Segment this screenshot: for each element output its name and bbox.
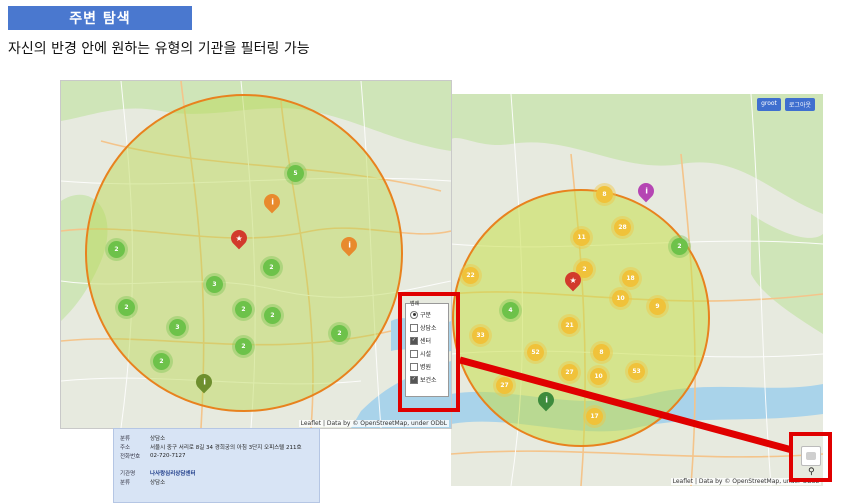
cluster-marker[interactable]: 3 xyxy=(206,276,223,293)
cluster-marker[interactable]: 2 xyxy=(118,299,135,316)
info-key: 전화번호 xyxy=(120,453,141,460)
username-button[interactable]: groot xyxy=(757,98,781,111)
info-icon: i xyxy=(347,240,351,250)
cluster-marker[interactable]: 8 xyxy=(593,344,610,361)
cluster-marker[interactable]: 10 xyxy=(590,368,607,385)
cluster-marker[interactable]: 2 xyxy=(108,241,125,258)
logout-button[interactable]: 로그아웃 xyxy=(784,98,815,111)
map-right-tiles xyxy=(451,94,823,486)
map-right[interactable]: groot 로그아웃 8 11 28 2 22 2 18 10 4 21 9 3… xyxy=(451,94,823,486)
cluster-marker[interactable]: 10 xyxy=(612,290,629,307)
info-value: 나사랑심리상담센터 xyxy=(150,470,196,477)
map-left[interactable]: 5 2 2 3 2 2 3 2 2 2 2 ★ i i i Leaflet | … xyxy=(61,81,451,428)
account-buttons: groot 로그아웃 xyxy=(757,98,815,111)
section-subtitle: 자신의 반경 안에 원하는 유형의 기관을 필터링 가능 xyxy=(8,41,310,57)
info-value: 02-720-7127 xyxy=(150,452,186,459)
info-value: 서울시 중구 서리로 8길 34 경희궁의 아침 3단지 오피스텔 211호 xyxy=(150,444,302,451)
star-icon: ★ xyxy=(569,275,577,285)
cluster-marker[interactable]: 21 xyxy=(561,317,578,334)
cluster-marker[interactable]: 28 xyxy=(614,219,631,236)
map-attribution: Leaflet | Data by © OpenStreetMap, under… xyxy=(298,420,449,427)
info-value: 상담소 xyxy=(150,479,166,486)
cluster-marker[interactable]: 2 xyxy=(671,238,688,255)
cluster-marker[interactable]: 2 xyxy=(264,307,281,324)
layer-toggle-button[interactable] xyxy=(801,446,821,466)
info-key: 분류 xyxy=(120,479,131,486)
cluster-marker[interactable]: 3 xyxy=(169,319,186,336)
cluster-marker[interactable]: 52 xyxy=(527,344,544,361)
info-value: 상담소 xyxy=(150,435,166,442)
cluster-marker[interactable]: 8 xyxy=(596,186,613,203)
highlight-box-filter xyxy=(398,292,460,412)
info-row: 분류 상담소 xyxy=(120,477,313,486)
cluster-marker[interactable]: 9 xyxy=(649,298,666,315)
cluster-marker[interactable]: 33 xyxy=(472,327,489,344)
info-key: 주소 xyxy=(120,444,131,451)
info-icon: i xyxy=(270,197,274,207)
cluster-marker[interactable]: 27 xyxy=(496,377,513,394)
cluster-marker[interactable]: 17 xyxy=(586,408,603,425)
info-key: 분류 xyxy=(120,435,131,442)
info-row: 기관명 나사랑심리상담센터 xyxy=(120,468,313,477)
cluster-marker[interactable]: 2 xyxy=(235,301,252,318)
cluster-marker[interactable]: 18 xyxy=(622,270,639,287)
section-title: 주변 탐색 xyxy=(8,6,192,30)
info-icon: i xyxy=(544,395,548,405)
cluster-marker[interactable]: 2 xyxy=(331,325,348,342)
info-row: 주소 서울시 중구 서리로 8길 34 경희궁의 아침 3단지 오피스텔 211… xyxy=(120,442,313,451)
info-icon: i xyxy=(202,377,206,387)
facility-info-card: 분류 상담소 주소 서울시 중구 서리로 8길 34 경희궁의 아침 3단지 오… xyxy=(113,428,320,503)
cluster-marker[interactable]: 22 xyxy=(462,267,479,284)
cluster-marker[interactable]: 2 xyxy=(153,353,170,370)
info-row: 전화번호 02-720-7127 xyxy=(120,451,313,460)
cluster-marker[interactable]: 4 xyxy=(502,302,519,319)
info-icon: i xyxy=(644,186,648,196)
star-icon: ★ xyxy=(235,233,243,243)
search-icon[interactable]: ⚲ xyxy=(808,467,815,477)
info-key: 기관명 xyxy=(120,470,136,477)
layers-icon xyxy=(806,452,816,460)
cluster-marker[interactable]: 2 xyxy=(263,259,280,276)
info-row: 분류 상담소 xyxy=(120,433,313,442)
cluster-marker[interactable]: 27 xyxy=(561,364,578,381)
cluster-marker[interactable]: 11 xyxy=(573,229,590,246)
cluster-marker[interactable]: 2 xyxy=(235,338,252,355)
cluster-marker[interactable]: 53 xyxy=(628,363,645,380)
cluster-marker[interactable]: 5 xyxy=(287,165,304,182)
